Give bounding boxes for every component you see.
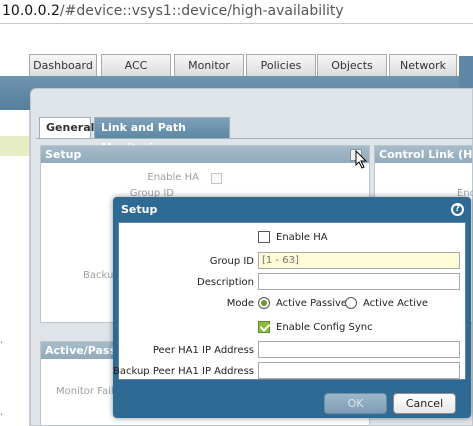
tab-link-and-path-monitoring[interactable]: Link and Path Monitoring [94, 117, 230, 154]
description-label: Description [197, 277, 254, 288]
address-host: 10.0.0.2 [2, 3, 60, 19]
nav-expander[interactable]: · [0, 338, 3, 349]
bg-enable-ha-label: Enable HA [147, 172, 199, 183]
group-id-label: Group ID [209, 256, 254, 267]
description-input[interactable] [258, 273, 460, 290]
control-link-panel-title: Control Link (HA1) [375, 146, 472, 163]
address-text: 10.0.0.2/#device::vsys1::device/high-ava… [2, 3, 344, 19]
config-sync-checkbox[interactable] [258, 321, 270, 333]
dialog-body: Enable HA Group ID Description Mode Acti… [113, 222, 466, 380]
help-icon[interactable]: ? [451, 203, 464, 216]
enable-ha-checkbox[interactable] [258, 231, 270, 243]
setup-dialog: Setup ? Enable HA Group ID Description M… [113, 197, 471, 418]
nav-expander-2[interactable]: · [0, 410, 3, 421]
tab-network[interactable]: Network [389, 54, 457, 76]
setup-panel-title: Setup [41, 146, 369, 163]
peer-ha1-ip-input[interactable] [258, 341, 460, 358]
group-id-input[interactable] [258, 252, 460, 269]
header-spacer [0, 24, 473, 54]
address-path: /#device::vsys1::device/high-availabilit… [59, 3, 344, 19]
tab-policies[interactable]: Policies [246, 54, 316, 76]
mode-active-passive-radio[interactable] [258, 297, 270, 309]
bg-enable-ha-checkbox[interactable] [211, 173, 222, 184]
cancel-button[interactable]: Cancel [393, 393, 456, 414]
mode-active-passive-label: Active Passive [276, 298, 348, 309]
mode-active-active-label: Active Active [363, 298, 429, 309]
tab-acc[interactable]: ACC [101, 54, 171, 76]
config-sync-label: Enable Config Sync [276, 322, 373, 333]
tab-general[interactable]: General [39, 117, 94, 138]
address-bar[interactable]: 10.0.0.2/#device::vsys1::device/high-ava… [0, 0, 473, 24]
left-navigation-pane: · · [0, 110, 30, 426]
tab-monitor[interactable]: Monitor [174, 54, 244, 76]
mouse-cursor-icon [355, 150, 368, 169]
tab-dashboard[interactable]: Dashboard [29, 54, 97, 76]
mode-label: Mode [226, 298, 254, 309]
backup-peer-ha1-ip-label: Backup Peer HA1 IP Address [113, 366, 254, 377]
mode-active-active-radio[interactable] [345, 297, 357, 309]
backup-peer-ha1-ip-input[interactable] [258, 362, 460, 379]
dialog-title: Setup [121, 203, 158, 216]
tab-objects[interactable]: Objects [317, 54, 387, 76]
peer-ha1-ip-label: Peer HA1 IP Address [152, 345, 254, 356]
subtab-divider [36, 138, 473, 139]
enable-ha-label: Enable HA [276, 232, 328, 243]
selected-nav-item[interactable] [0, 136, 29, 156]
ok-button[interactable]: OK [324, 393, 387, 414]
